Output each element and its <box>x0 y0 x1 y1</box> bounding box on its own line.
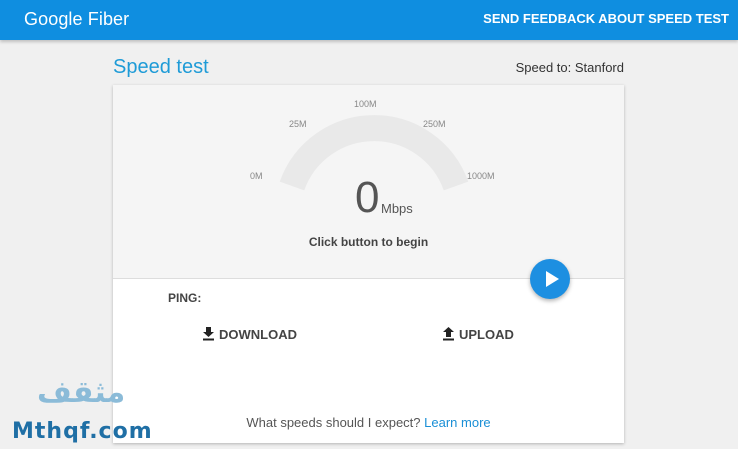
upload-label: UPLOAD <box>459 327 514 342</box>
begin-hint: Click button to begin <box>308 235 429 249</box>
expectation-line: What speeds should I expect? Learn more <box>113 415 624 430</box>
play-icon <box>546 271 559 287</box>
learn-more-link[interactable]: Learn more <box>424 415 490 430</box>
speed-test-card: 0M 25M 100M 250M 1000M 0 Mbps Click butt… <box>113 85 624 443</box>
speed-value: 0 <box>355 173 380 222</box>
download-stat: DOWNLOAD <box>202 327 297 342</box>
tick-label: 100M <box>354 99 377 109</box>
speed-unit: Mbps <box>381 201 413 216</box>
download-icon <box>203 327 214 341</box>
watermark-arabic: مثقف <box>37 375 126 410</box>
ping-label: PING: <box>168 291 202 305</box>
tick-label: 1000M <box>467 171 495 181</box>
gauge-area: 0M 25M 100M 250M 1000M 0 Mbps Click butt… <box>113 85 624 279</box>
send-feedback-link[interactable]: SEND FEEDBACK ABOUT SPEED TEST <box>483 11 729 26</box>
speed-to-server: Speed to: Stanford <box>515 60 624 75</box>
top-bar: Google Fiber SEND FEEDBACK ABOUT SPEED T… <box>0 0 738 40</box>
tick-label: 25M <box>289 119 307 129</box>
upload-icon <box>443 327 454 341</box>
start-test-button[interactable] <box>530 259 570 299</box>
page-title: Speed test <box>113 56 209 78</box>
tick-label: 250M <box>423 119 446 129</box>
google-fiber-logo[interactable]: Google Fiber <box>24 9 129 30</box>
upload-stat: UPLOAD <box>442 327 514 342</box>
expect-question: What speeds should I expect? <box>246 415 421 430</box>
download-label: DOWNLOAD <box>219 327 297 342</box>
tick-label: 0M <box>250 171 263 181</box>
watermark-latin: Mthqf.com <box>12 419 153 444</box>
